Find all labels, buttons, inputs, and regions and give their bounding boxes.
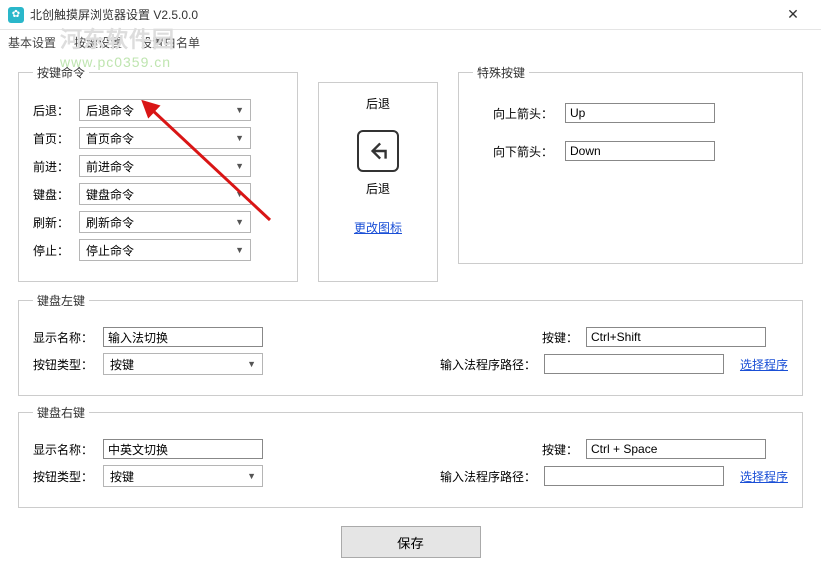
stop-dropdown-value: 停止命令 [86, 242, 134, 259]
back-dropdown-value: 后退命令 [86, 102, 134, 119]
keyboard-dropdown[interactable]: 键盘命令 ▼ [79, 183, 251, 205]
close-icon[interactable]: ✕ [773, 6, 813, 23]
home-dropdown[interactable]: 首页命令 ▼ [79, 127, 251, 149]
command-group: 按键命令 后退： 后退命令 ▼ 首页： 首页命令 ▼ 前进： 前进命令 [18, 64, 298, 282]
keyboard-dropdown-value: 键盘命令 [86, 186, 134, 203]
kb-right-type-label: 按钮类型： [33, 468, 103, 485]
chevron-down-icon: ▼ [235, 133, 244, 143]
kb-left-group: 键盘左键 显示名称： 按键： x 按钮类型： 按键 ▼ 输入法程序路径： 选择程… [18, 292, 803, 396]
window-title: 北创触摸屏浏览器设置 V2.5.0.0 [30, 6, 773, 23]
up-arrow-input[interactable] [565, 103, 715, 123]
refresh-dropdown[interactable]: 刷新命令 ▼ [79, 211, 251, 233]
kb-left-type-value: 按键 [110, 356, 134, 373]
forward-dropdown-value: 前进命令 [86, 158, 134, 175]
menubar: 基本设置 按键设置 设置白名单 [0, 30, 821, 54]
kb-right-path-input[interactable] [544, 466, 724, 486]
kb-left-type-dropdown[interactable]: 按键 ▼ [103, 353, 263, 375]
preview-title: 后退 [366, 95, 390, 112]
home-dropdown-value: 首页命令 [86, 130, 134, 147]
kb-left-hotkey-label: 按键： [478, 329, 578, 346]
kb-left-name-label: 显示名称： [33, 329, 103, 346]
chevron-down-icon: ▼ [235, 161, 244, 171]
preview-box: 后退 后退 更改图标 [318, 82, 438, 282]
kb-right-legend: 键盘右键 [33, 404, 89, 421]
kb-right-hotkey-input[interactable] [586, 439, 766, 459]
menu-basic[interactable]: 基本设置 [8, 34, 56, 51]
preview-label: 后退 [366, 180, 390, 197]
refresh-dropdown-value: 刷新命令 [86, 214, 134, 231]
kb-right-name-input[interactable] [103, 439, 263, 459]
change-icon-link[interactable]: 更改图标 [354, 219, 402, 236]
special-keys-group: 特殊按键 向上箭头： 向下箭头： [458, 64, 803, 264]
back-label: 后退： [33, 102, 79, 119]
kb-right-choose-link[interactable]: 选择程序 [740, 468, 788, 485]
kb-right-hotkey-label: 按键： [478, 441, 578, 458]
kb-left-path-input[interactable] [544, 354, 724, 374]
kb-right-group: 键盘右键 显示名称： 按键： x 按钮类型： 按键 ▼ 输入法程序路径： 选择程… [18, 404, 803, 508]
kb-left-path-label: 输入法程序路径： [436, 356, 536, 373]
stop-label: 停止： [33, 242, 79, 259]
down-arrow-input[interactable] [565, 141, 715, 161]
chevron-down-icon: ▼ [235, 217, 244, 227]
up-arrow-label: 向上箭头： [473, 105, 553, 122]
down-arrow-label: 向下箭头： [473, 143, 553, 160]
chevron-down-icon: ▼ [235, 189, 244, 199]
stop-dropdown[interactable]: 停止命令 ▼ [79, 239, 251, 261]
forward-dropdown[interactable]: 前进命令 ▼ [79, 155, 251, 177]
chevron-down-icon: ▼ [235, 105, 244, 115]
kb-left-type-label: 按钮类型： [33, 356, 103, 373]
kb-left-legend: 键盘左键 [33, 292, 89, 309]
chevron-down-icon: ▼ [247, 359, 256, 369]
refresh-label: 刷新： [33, 214, 79, 231]
kb-right-type-value: 按键 [110, 468, 134, 485]
kb-left-name-input[interactable] [103, 327, 263, 347]
chevron-down-icon: ▼ [247, 471, 256, 481]
command-legend: 按键命令 [33, 64, 89, 81]
keyboard-label: 键盘： [33, 186, 79, 203]
kb-right-path-label: 输入法程序路径： [436, 468, 536, 485]
back-arrow-icon [357, 130, 399, 172]
kb-right-name-label: 显示名称： [33, 441, 103, 458]
special-legend: 特殊按键 [473, 64, 529, 81]
kb-right-type-dropdown[interactable]: 按键 ▼ [103, 465, 263, 487]
kb-left-hotkey-input[interactable] [586, 327, 766, 347]
kb-left-choose-link[interactable]: 选择程序 [740, 356, 788, 373]
chevron-down-icon: ▼ [235, 245, 244, 255]
forward-label: 前进： [33, 158, 79, 175]
back-dropdown[interactable]: 后退命令 ▼ [79, 99, 251, 121]
menu-whitelist[interactable]: 设置白名单 [140, 34, 200, 51]
save-button[interactable]: 保存 [341, 526, 481, 558]
titlebar: ✿ 北创触摸屏浏览器设置 V2.5.0.0 ✕ [0, 0, 821, 30]
app-icon: ✿ [8, 7, 24, 23]
home-label: 首页： [33, 130, 79, 147]
menu-keys[interactable]: 按键设置 [74, 34, 122, 51]
